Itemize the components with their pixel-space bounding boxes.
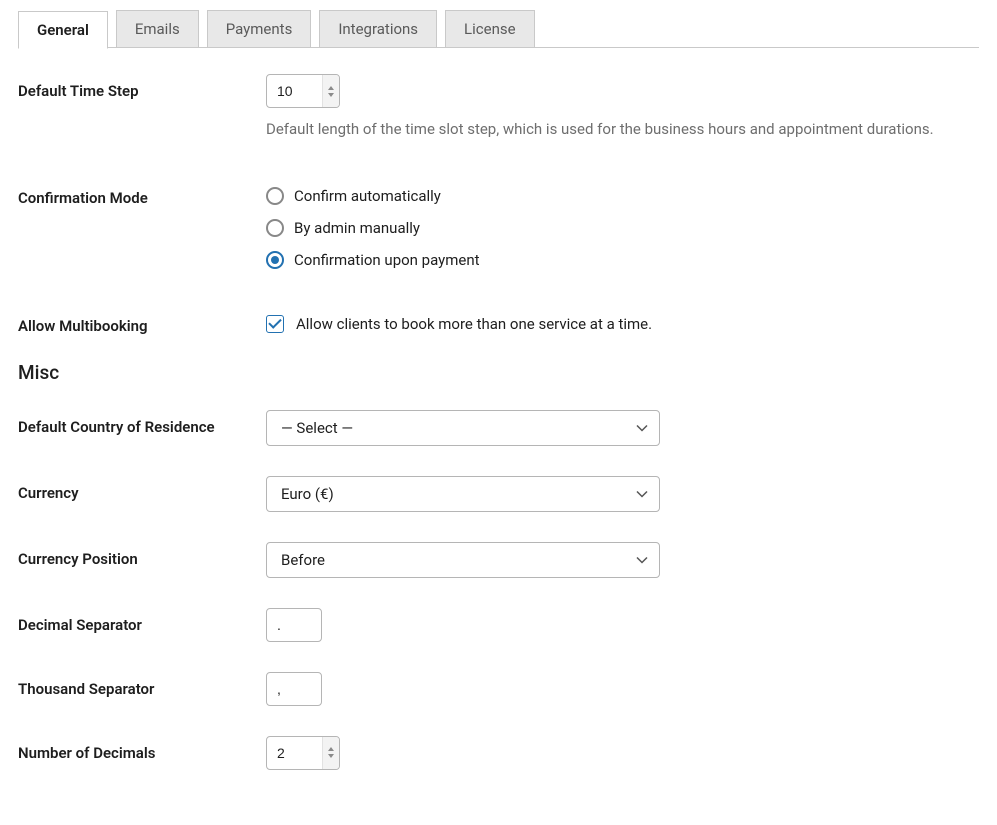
label-default-time-step: Default Time Step [18,74,266,100]
label-decimal-separator: Decimal Separator [18,608,266,634]
radio-label: Confirmation upon payment [294,251,480,269]
default-time-step-input[interactable] [266,74,340,108]
label-number-of-decimals: Number of Decimals [18,736,266,762]
tab-emails[interactable]: Emails [116,10,199,47]
default-country-select[interactable]: — Select — [266,410,660,446]
section-heading-misc: Misc [18,361,979,384]
label-thousand-separator: Thousand Separator [18,672,266,698]
label-default-country: Default Country of Residence [18,410,266,436]
tab-integrations[interactable]: Integrations [319,10,437,47]
confirmation-mode-radiogroup: Confirm automatically By admin manually … [266,181,979,269]
radio-icon [266,251,284,269]
row-confirmation-mode: Confirmation Mode Confirm automatically … [18,181,979,269]
label-currency-position: Currency Position [18,542,266,568]
allow-multibooking-checkbox[interactable]: Allow clients to book more than one serv… [266,309,979,333]
row-currency: Currency Euro (€) [18,476,979,512]
tab-payments[interactable]: Payments [207,10,312,47]
radio-icon [266,187,284,205]
help-default-time-step: Default length of the time slot step, wh… [266,118,979,141]
row-decimal-separator: Decimal Separator [18,608,979,642]
row-default-country: Default Country of Residence — Select — [18,410,979,446]
row-number-of-decimals: Number of Decimals [18,736,979,770]
number-of-decimals-input[interactable] [266,736,340,770]
label-currency: Currency [18,476,266,502]
radio-confirm-manual[interactable]: By admin manually [266,219,979,237]
checkbox-icon [266,315,284,333]
radio-icon [266,219,284,237]
tab-license[interactable]: License [445,10,535,47]
radio-confirm-auto[interactable]: Confirm automatically [266,187,979,205]
settings-tabs: General Emails Payments Integrations Lic… [18,10,979,48]
row-currency-position: Currency Position Before [18,542,979,578]
decimal-separator-input[interactable] [266,608,322,642]
currency-select[interactable]: Euro (€) [266,476,660,512]
radio-label: Confirm automatically [294,187,441,205]
row-thousand-separator: Thousand Separator [18,672,979,706]
label-allow-multibooking: Allow Multibooking [18,309,266,335]
thousand-separator-input[interactable] [266,672,322,706]
row-default-time-step: Default Time Step Default length of the … [18,74,979,141]
label-confirmation-mode: Confirmation Mode [18,181,266,207]
row-allow-multibooking: Allow Multibooking Allow clients to book… [18,309,979,335]
checkbox-label: Allow clients to book more than one serv… [296,315,652,333]
currency-position-select[interactable]: Before [266,542,660,578]
radio-confirm-payment[interactable]: Confirmation upon payment [266,251,979,269]
radio-label: By admin manually [294,219,420,237]
tab-general[interactable]: General [18,11,108,49]
